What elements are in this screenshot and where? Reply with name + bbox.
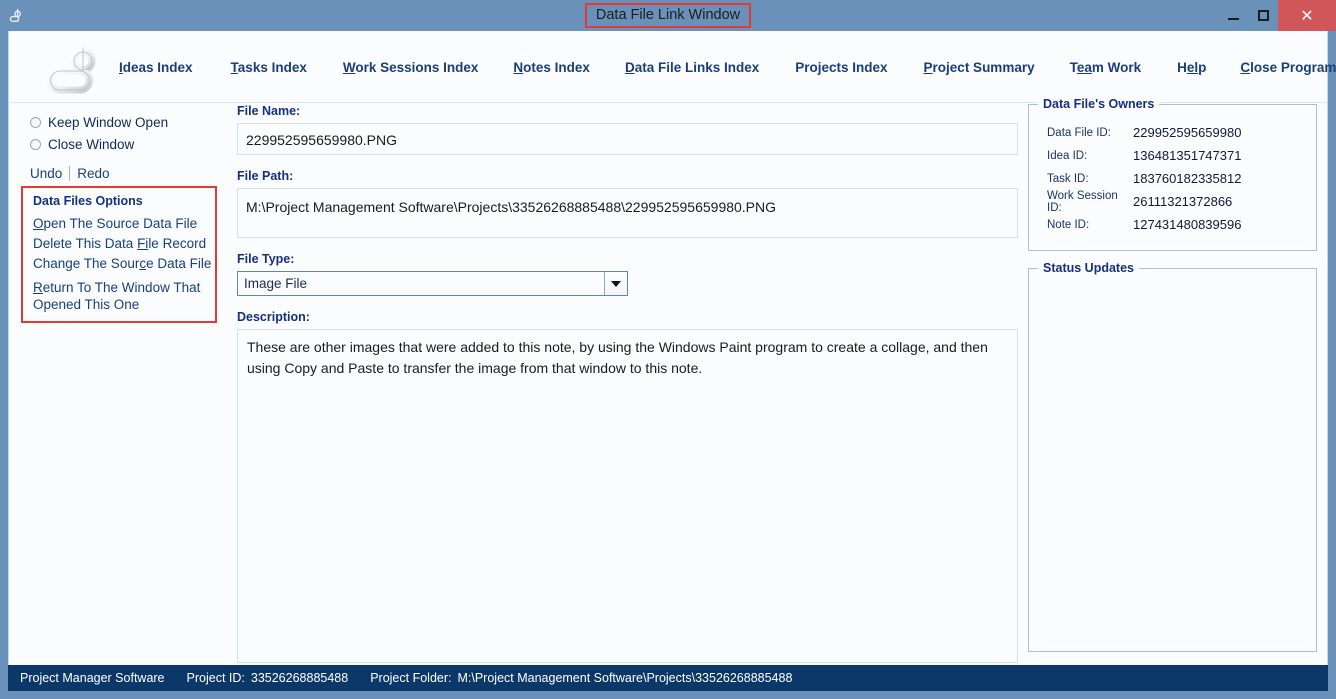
owner-key: Task ID:: [1047, 172, 1089, 185]
owner-value: 26111321372866: [1133, 194, 1233, 209]
status-updates-panel: Status Updates: [1028, 261, 1317, 652]
app-logo-icon: [0, 0, 30, 31]
undo-redo-group: Undo Redo: [30, 166, 231, 181]
owner-value: 127431480839596: [1133, 217, 1242, 232]
close-button[interactable]: ✕: [1278, 0, 1336, 31]
window-bottom-border: [0, 691, 1336, 699]
owner-row: Work Session ID: 26111321372866: [1029, 189, 1316, 214]
option-change-source-data-file[interactable]: Change The Source Data File: [33, 254, 215, 274]
main-navigation: Ideas Index Tasks Index Work Sessions In…: [119, 31, 1336, 103]
radio-icon: [30, 138, 41, 150]
status-project-id-value: 33526268885488: [250, 671, 349, 685]
file-path-input[interactable]: M:\Project Management Software\Projects\…: [237, 188, 1018, 238]
option-return-to-previous-window[interactable]: Return To The Window That Opened This On…: [33, 279, 215, 313]
nav-item-tasks-index[interactable]: Tasks Index: [231, 60, 307, 75]
owner-row: Idea ID: 136481351747371: [1029, 144, 1316, 167]
file-name-input[interactable]: 229952595659980.PNG: [237, 123, 1018, 155]
owner-value: 183760182335812: [1133, 171, 1242, 186]
left-sidebar: Keep Window Open Close Window Undo Redo …: [21, 104, 231, 323]
file-type-label: File Type:: [237, 252, 295, 266]
option-open-source-data-file[interactable]: Open The Source Data File: [33, 214, 215, 234]
header-bar: Ideas Index Tasks Index Work Sessions In…: [9, 31, 1336, 103]
file-type-select[interactable]: Image File: [237, 271, 628, 296]
maximize-button[interactable]: [1248, 0, 1278, 31]
data-files-options-panel: Data Files Options Open The Source Data …: [21, 186, 217, 323]
status-updates-legend: Status Updates: [1038, 261, 1139, 275]
minimize-button[interactable]: [1218, 0, 1248, 31]
owner-value: 136481351747371: [1133, 148, 1242, 163]
data-files-owners-legend: Data File's Owners: [1038, 97, 1160, 111]
undo-link[interactable]: Undo: [30, 166, 62, 181]
file-name-label: File Name:: [237, 104, 301, 118]
nav-item-close-program[interactable]: Close Program: [1240, 60, 1336, 75]
owner-key: Idea ID:: [1047, 149, 1088, 162]
nav-item-help[interactable]: Help: [1177, 60, 1206, 75]
data-files-options-title: Data Files Options: [33, 194, 143, 208]
title-bar: Data File Link Window ✕: [0, 0, 1336, 31]
window-title: Data File Link Window: [584, 2, 752, 29]
radio-icon: [30, 116, 41, 128]
status-bar: Project Manager Software Project ID: 335…: [8, 665, 1328, 691]
owner-row: Note ID: 127431480839596: [1029, 213, 1316, 236]
nav-item-ideas-index[interactable]: Ideas Index: [119, 60, 193, 75]
window-controls: ✕: [1218, 0, 1336, 31]
form-area: File Name: 229952595659980.PNG File Path…: [237, 104, 1018, 663]
radio-close-window[interactable]: Close Window: [30, 133, 231, 155]
file-path-label: File Path:: [237, 169, 294, 183]
nav-item-projects-index[interactable]: Projects Index: [795, 60, 887, 75]
status-project-folder-label: Project Folder:: [370, 671, 452, 685]
undo-redo-divider: [69, 166, 71, 181]
status-project-id-label: Project ID:: [186, 671, 245, 685]
right-panel-column: Data File's Owners Data File ID: 2299525…: [1028, 97, 1317, 652]
status-project-folder-value: M:\Project Management Software\Projects\…: [457, 671, 793, 685]
data-files-owners-panel: Data File's Owners Data File ID: 2299525…: [1028, 97, 1317, 251]
chevron-down-icon[interactable]: [604, 272, 627, 295]
nav-item-team-work[interactable]: Team Work: [1070, 60, 1142, 75]
nav-item-data-file-links-index[interactable]: Data File Links Index: [625, 60, 759, 75]
window-body: Ideas Index Tasks Index Work Sessions In…: [8, 31, 1336, 665]
radio-close-window-label: Close Window: [48, 136, 135, 152]
brand-logo-icon: [42, 40, 106, 98]
description-label: Description:: [237, 310, 310, 324]
radio-keep-window-open[interactable]: Keep Window Open: [30, 111, 231, 133]
description-textarea[interactable]: These are other images that were added t…: [237, 329, 1018, 663]
owner-row: Data File ID: 229952595659980: [1029, 121, 1316, 144]
owner-row: Task ID: 183760182335812: [1029, 167, 1316, 190]
owner-key: Note ID:: [1047, 218, 1090, 231]
nav-item-work-sessions-index[interactable]: Work Sessions Index: [343, 60, 479, 75]
owner-key: Data File ID:: [1047, 126, 1111, 139]
nav-item-notes-index[interactable]: Notes Index: [513, 60, 590, 75]
radio-keep-window-open-label: Keep Window Open: [48, 114, 169, 130]
owner-value: 229952595659980: [1133, 125, 1242, 140]
option-delete-data-file-record[interactable]: Delete This Data File Record: [33, 234, 215, 254]
file-type-selected-value: Image File: [244, 276, 308, 291]
status-app-name: Project Manager Software: [20, 671, 165, 685]
nav-item-project-summary[interactable]: Project Summary: [924, 60, 1035, 75]
window-title-container: Data File Link Window: [0, 0, 1336, 31]
application-window: Data File Link Window ✕ Ideas Index Task…: [0, 0, 1336, 699]
redo-link[interactable]: Redo: [77, 166, 109, 181]
owner-key: Work Session ID:: [1047, 189, 1118, 214]
